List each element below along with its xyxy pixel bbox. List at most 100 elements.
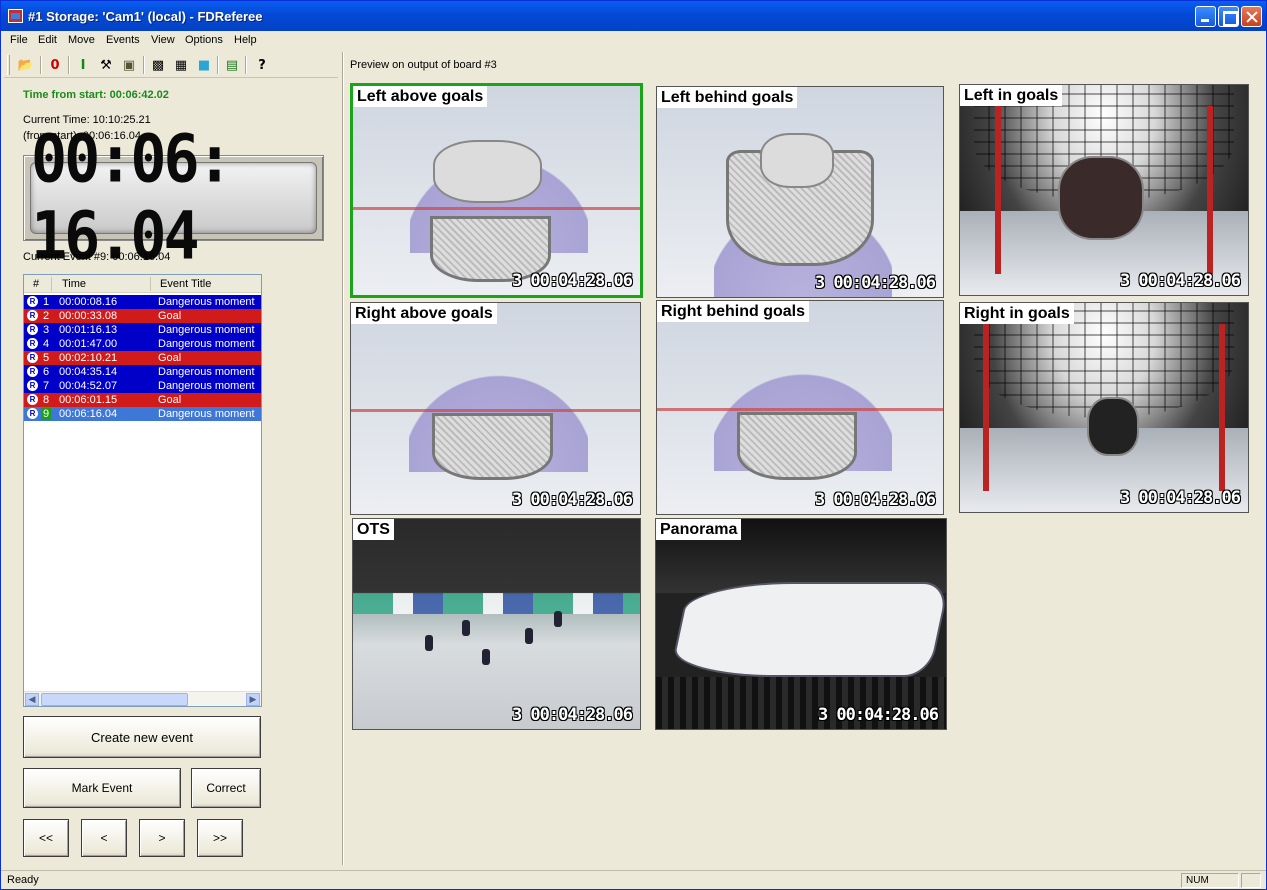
app-window: #1 Storage: 'Cam1' (local) - FDReferee F…: [0, 0, 1267, 890]
table-row[interactable]: R 8 00:06:01.15 Goal: [24, 393, 261, 407]
open-folder-icon[interactable]: 📂: [17, 56, 35, 74]
title-bar[interactable]: #1 Storage: 'Cam1' (local) - FDReferee: [1, 1, 1266, 31]
camera-view-left-above[interactable]: Left above goals 3 00:04:28.06: [350, 83, 643, 298]
toolbar: 📂 0 I ⚒ ▣ ▩ ▦ ■ ▤ ?: [4, 52, 338, 78]
close-button[interactable]: [1241, 6, 1262, 27]
status-pane: [1241, 873, 1261, 888]
table-row[interactable]: R 1 00:00:08.16 Dangerous moment: [24, 295, 261, 309]
menu-options[interactable]: Options: [185, 34, 223, 46]
display-icon[interactable]: ■: [195, 56, 213, 74]
goal-line: [353, 207, 640, 211]
record-zero-icon[interactable]: 0: [46, 56, 64, 74]
column-header-time[interactable]: Time: [62, 278, 86, 290]
last-button[interactable]: >>: [197, 819, 243, 857]
camera-view-right-behind[interactable]: Right behind goals 3 00:04:28.06: [656, 300, 944, 515]
previous-button[interactable]: <: [81, 819, 127, 857]
camera-image: [353, 519, 640, 729]
status-bar: Ready NUM: [1, 870, 1266, 889]
column-header-title[interactable]: Event Title: [160, 278, 211, 290]
camera-timestamp: 3 00:04:28.06: [511, 271, 633, 291]
player-shape: [462, 619, 471, 636]
create-event-button[interactable]: Create new event: [23, 716, 261, 758]
camera-timestamp: 3 00:04:28.06: [511, 490, 633, 510]
camera-view-right-in[interactable]: Right in goals 3 00:04:28.06: [959, 302, 1249, 513]
camera-label: Left above goals: [353, 86, 488, 107]
menu-view[interactable]: View: [151, 34, 175, 46]
lcd-display: 00:06: 16.04: [23, 121, 324, 275]
table-row[interactable]: R 3 00:01:16.13 Dangerous moment: [24, 323, 261, 337]
goal-line: [351, 408, 640, 412]
list-header: # Time Event Title: [24, 275, 261, 293]
list-icon[interactable]: ▤: [223, 56, 241, 74]
toolbar-separator: [68, 56, 70, 74]
next-button[interactable]: >: [139, 819, 185, 857]
window-title: #1 Storage: 'Cam1' (local) - FDReferee: [28, 9, 263, 24]
table-row[interactable]: R 5 00:02:10.21 Goal: [24, 351, 261, 365]
net-shape: [737, 411, 858, 480]
column-header-num[interactable]: #: [33, 278, 39, 290]
event-num: 3: [43, 324, 50, 336]
table-row[interactable]: R 4 00:01:47.00 Dangerous moment: [24, 337, 261, 351]
menu-events[interactable]: Events: [106, 34, 140, 46]
goal-line: [657, 407, 943, 411]
toolbar-separator: [245, 56, 247, 74]
event-title: Goal: [158, 310, 182, 322]
monitor-icon[interactable]: ▣: [120, 56, 138, 74]
scroll-left-icon[interactable]: ◀: [25, 693, 39, 706]
camera-view-panorama[interactable]: Panorama 3 00:04:28.06: [655, 518, 947, 730]
film-icon[interactable]: ▦: [172, 56, 190, 74]
r-icon: R: [27, 408, 38, 419]
column-divider: [150, 277, 151, 291]
menu-bar: File Edit Move Events View Options Help: [1, 31, 1266, 50]
event-num: 2: [43, 310, 50, 322]
event-num: 6: [43, 366, 50, 378]
text-cursor-icon[interactable]: I: [74, 56, 92, 74]
event-time: 00:01:16.13: [59, 324, 118, 336]
scroll-thumb[interactable]: [41, 693, 188, 706]
camera-label: Right in goals: [960, 303, 1074, 324]
camera-timestamp: 3 00:04:28.06: [1119, 271, 1241, 291]
event-list[interactable]: # Time Event Title R 1 00:00:08.16 Dangerou…: [23, 274, 262, 707]
table-row[interactable]: R 2 00:00:33.08 Goal: [24, 309, 261, 323]
camera-icon[interactable]: ▩: [149, 56, 167, 74]
column-divider: [51, 277, 52, 291]
event-title: Goal: [158, 394, 182, 406]
mark-event-button[interactable]: Mark Event: [23, 768, 181, 808]
panel-divider[interactable]: [342, 52, 344, 865]
status-text: Ready: [7, 874, 39, 886]
menu-move[interactable]: Move: [68, 34, 95, 46]
help-icon[interactable]: ?: [253, 56, 271, 74]
r-icon: R: [27, 394, 38, 405]
event-num: 5: [43, 352, 50, 364]
r-icon: R: [27, 310, 38, 321]
camera-timestamp: 3 00:04:28.06: [511, 705, 633, 725]
tools-icon[interactable]: ⚒: [97, 56, 115, 74]
app-icon: [8, 9, 23, 23]
camera-view-right-above[interactable]: Right above goals 3 00:04:28.06: [350, 302, 641, 515]
event-num: 8: [43, 394, 50, 406]
first-button[interactable]: <<: [23, 819, 69, 857]
table-row[interactable]: R 6 00:04:35.14 Dangerous moment: [24, 365, 261, 379]
r-icon: R: [27, 380, 38, 391]
toolbar-grip[interactable]: [7, 55, 10, 75]
scroll-right-icon[interactable]: ▶: [246, 693, 260, 706]
camera-view-ots[interactable]: OTS 3 00:04:28.06: [352, 518, 641, 730]
minimize-button[interactable]: [1195, 6, 1216, 27]
correct-button[interactable]: Correct: [191, 768, 261, 808]
camera-view-left-in[interactable]: Left in goals 3 00:04:28.06: [959, 84, 1249, 296]
menu-help[interactable]: Help: [234, 34, 257, 46]
table-row-selected[interactable]: R 9 00:06:16.04 Dangerous moment: [24, 407, 261, 421]
menu-edit[interactable]: Edit: [38, 34, 57, 46]
r-icon: R: [27, 338, 38, 349]
net-shape: [431, 412, 554, 481]
event-time: 00:01:47.00: [59, 338, 118, 350]
camera-label: Right behind goals: [657, 301, 809, 322]
table-row[interactable]: R 7 00:04:52.07 Dangerous moment: [24, 379, 261, 393]
camera-image: [656, 519, 946, 729]
camera-view-left-behind[interactable]: Left behind goals 3 00:04:28.06: [656, 86, 944, 298]
horizontal-scrollbar[interactable]: ◀ ▶: [24, 691, 261, 706]
menu-file[interactable]: File: [10, 34, 28, 46]
event-num: 7: [43, 380, 50, 392]
event-title: Dangerous moment: [158, 408, 255, 420]
maximize-button[interactable]: [1218, 6, 1239, 27]
